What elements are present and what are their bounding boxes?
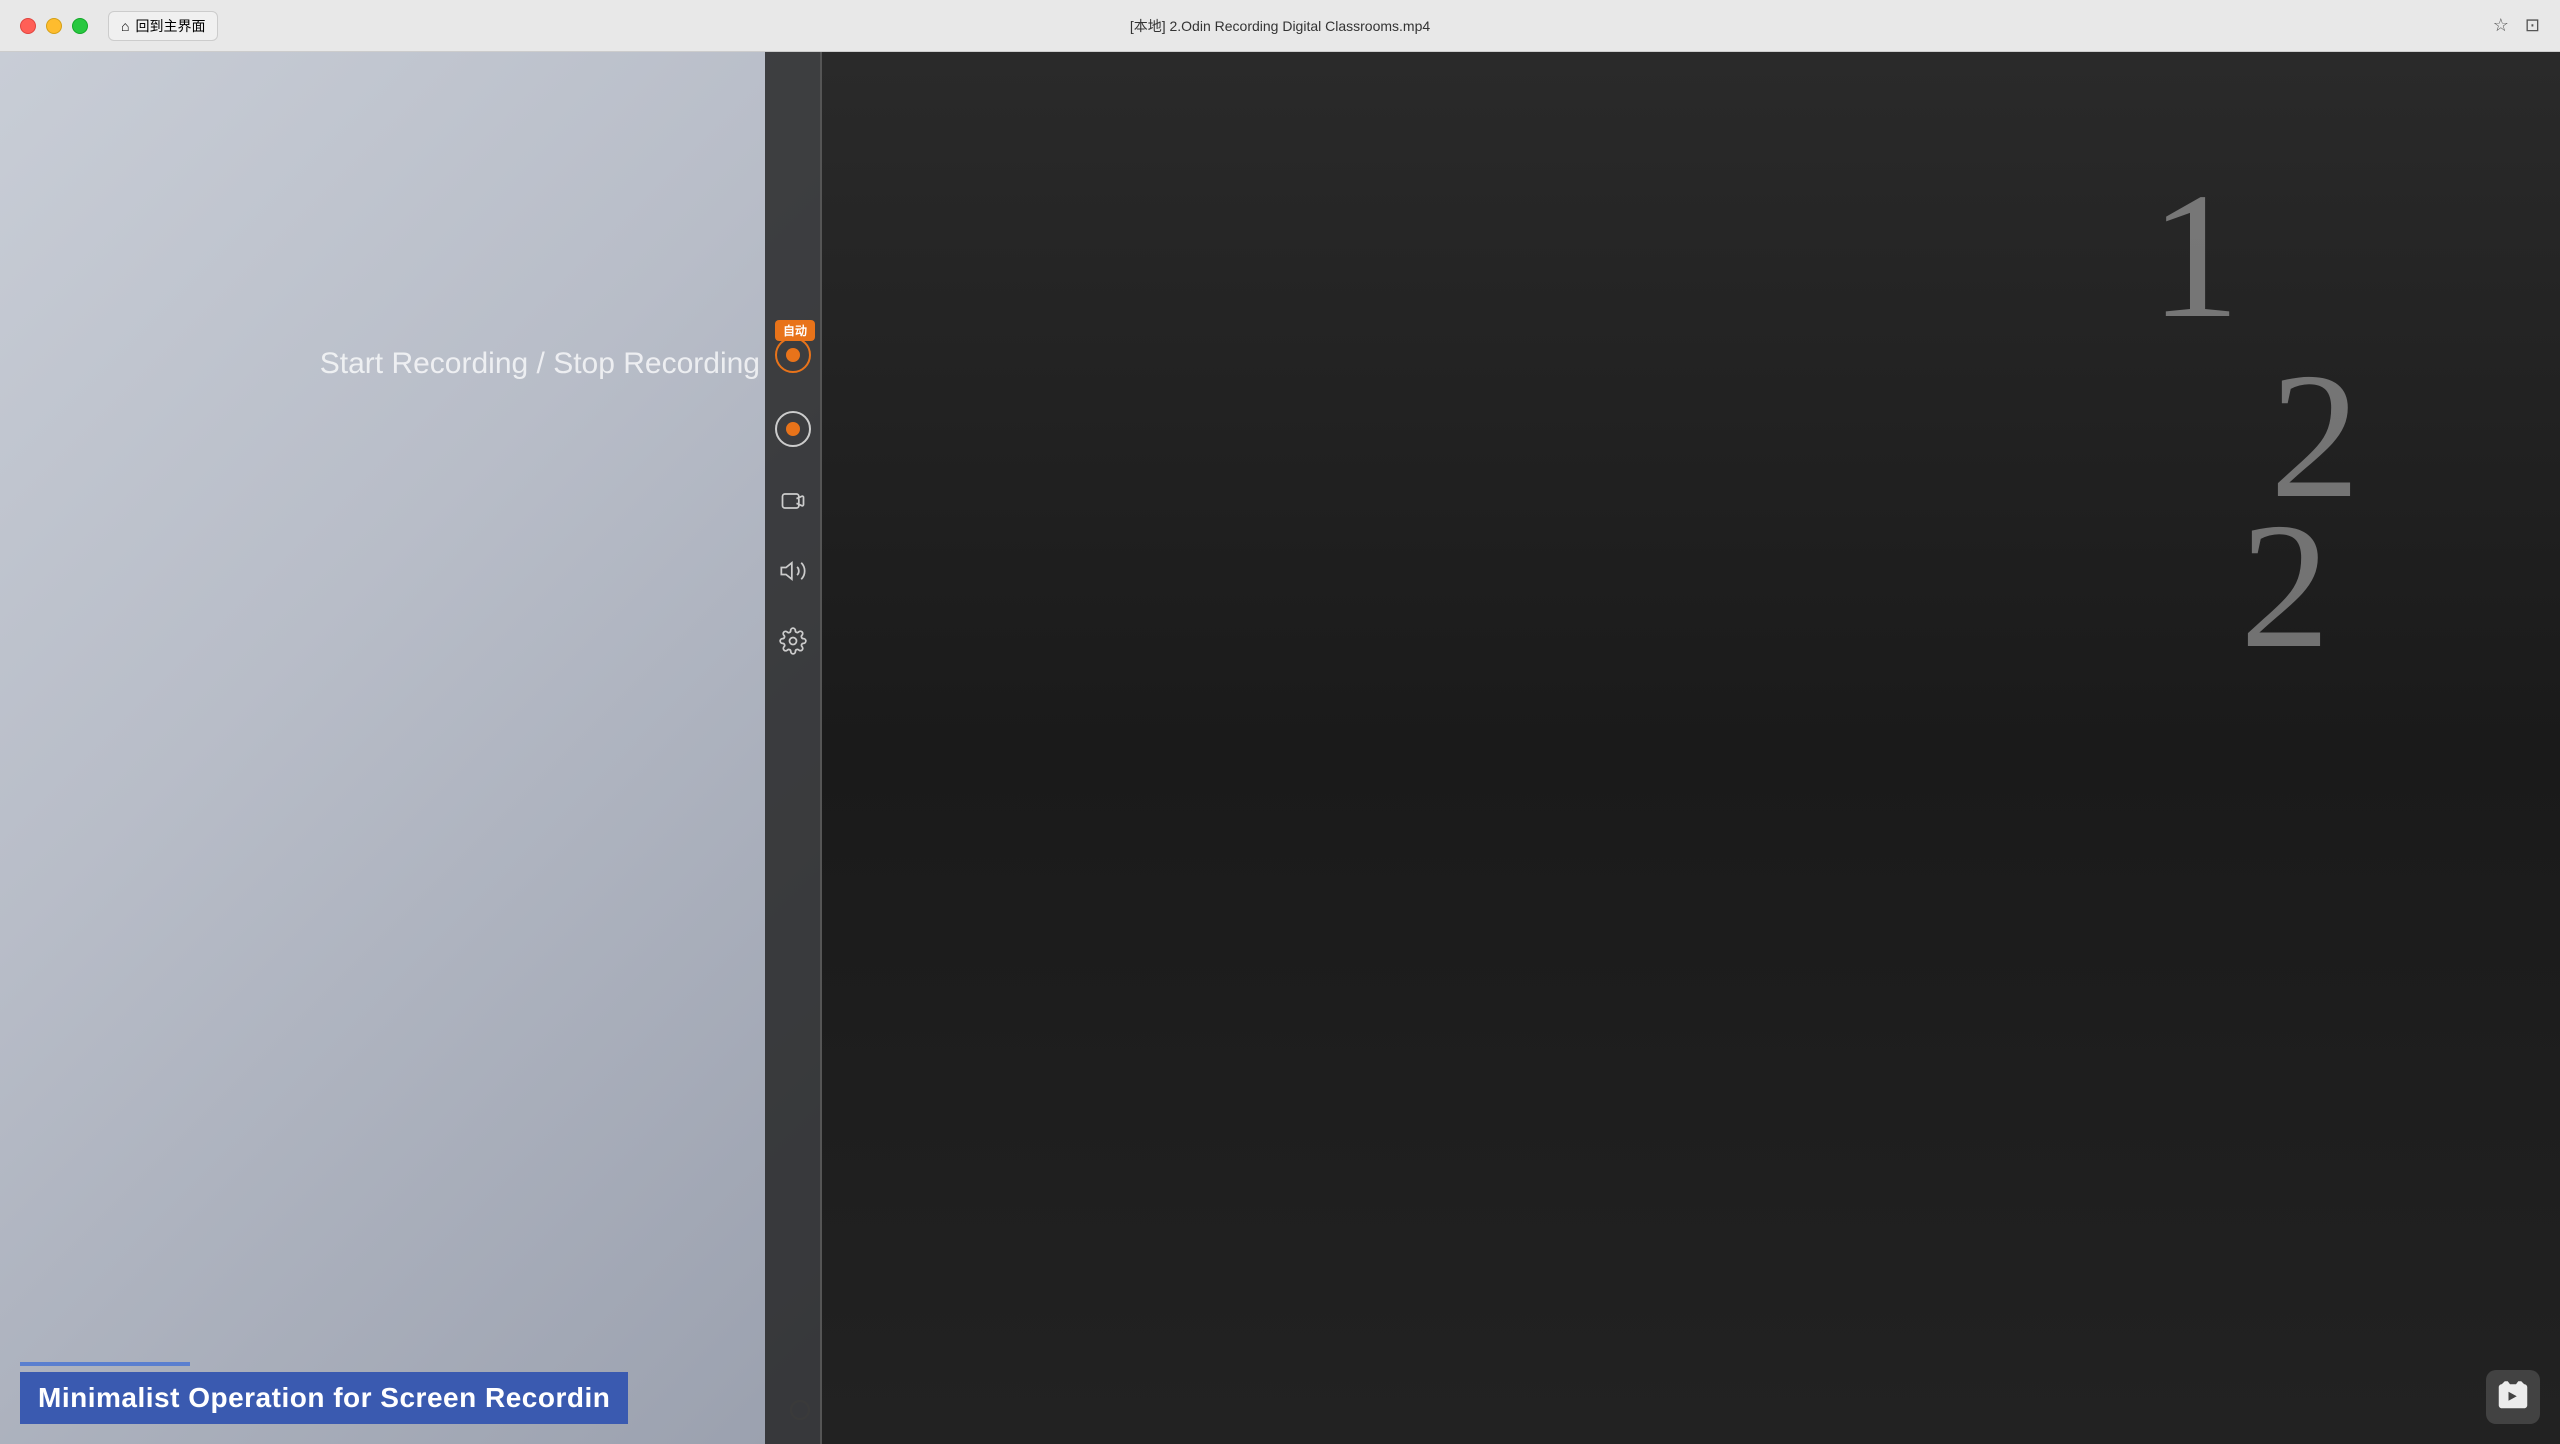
title-accent-line: [20, 1362, 190, 1366]
settings-icon[interactable]: [777, 625, 809, 657]
home-icon: ⌂: [121, 18, 129, 34]
split-view-icon[interactable]: ⊡: [2525, 15, 2540, 36]
auto-badge: 自动: [775, 320, 815, 341]
bottom-overlay: Minimalist Operation for Screen Recordin: [0, 1362, 820, 1424]
chalk-number-1: 1: [2150, 152, 2240, 359]
recording-label: Start Recording / Stop Recording: [320, 347, 760, 381]
volume-icon[interactable]: [777, 555, 809, 587]
right-panel: 1 2 2: [820, 52, 2560, 1444]
sidebar-container: 自动 Start Recording / Stop Recording: [765, 52, 820, 1444]
bookmark-icon[interactable]: ☆: [2493, 15, 2509, 36]
camera-icon[interactable]: [777, 485, 809, 517]
panel-divider: [820, 52, 822, 1444]
bilibili-icon: [2495, 1379, 2531, 1415]
traffic-lights: [0, 18, 88, 34]
chalk-number-3: 2: [2240, 482, 2330, 689]
window-title: [本地] 2.Odin Recording Digital Classrooms…: [1130, 16, 1430, 36]
main-content: 自动 Start Recording / Stop Recording: [0, 52, 2560, 1444]
close-button[interactable]: [20, 18, 36, 34]
titlebar-actions: ☆ ⊡: [2493, 15, 2540, 36]
bilibili-button[interactable]: [2486, 1370, 2540, 1424]
home-button-label: 回到主界面: [135, 16, 205, 36]
video-title: Minimalist Operation for Screen Recordin: [20, 1372, 628, 1424]
home-button[interactable]: ⌂ 回到主界面: [108, 11, 218, 41]
sidebar-inner: 自动 Start Recording / Stop Recording: [765, 52, 820, 1444]
start-recording-button[interactable]: [775, 337, 811, 373]
stop-recording-button[interactable]: [775, 411, 811, 447]
minimize-button[interactable]: [46, 18, 62, 34]
fullscreen-button[interactable]: [72, 18, 88, 34]
left-panel: 自动 Start Recording / Stop Recording: [0, 52, 820, 1444]
title-bar: ⌂ 回到主界面 [本地] 2.Odin Recording Digital Cl…: [0, 0, 2560, 52]
